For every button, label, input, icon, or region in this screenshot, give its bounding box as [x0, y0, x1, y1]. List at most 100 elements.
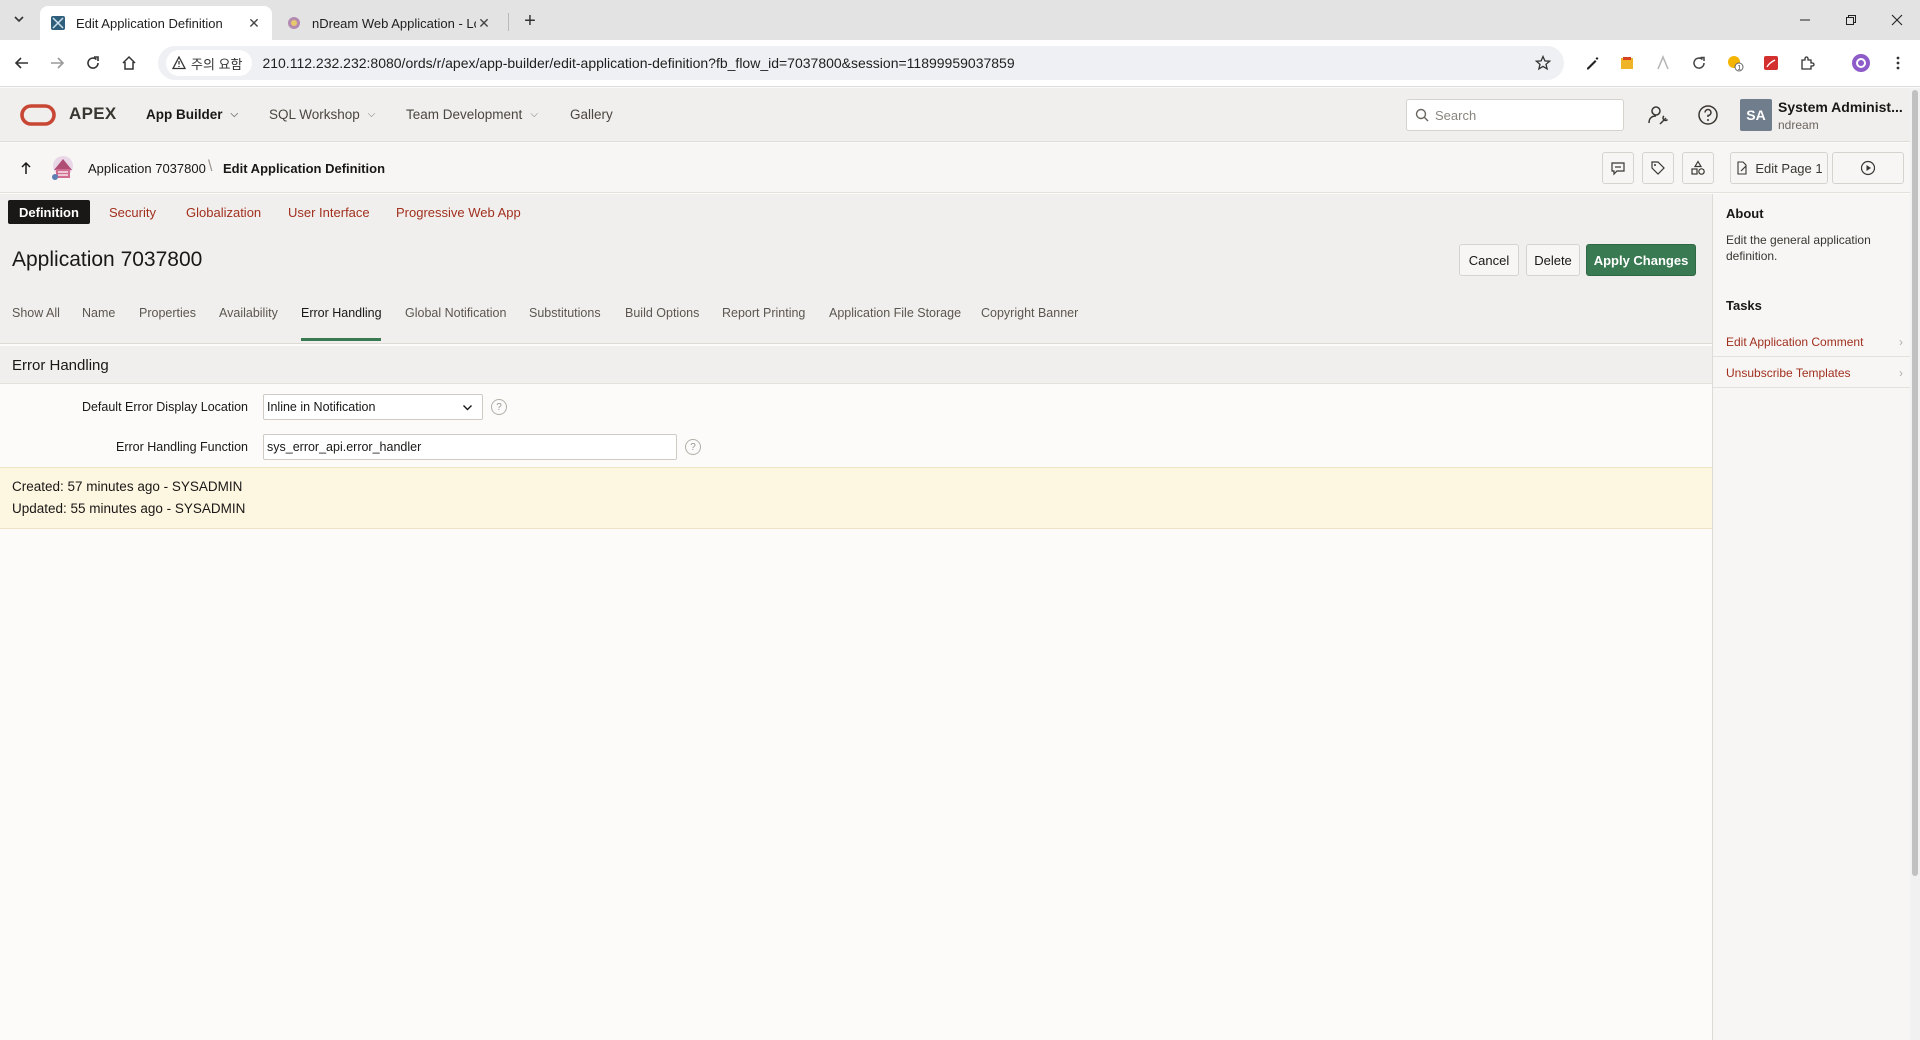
subtab-substitutions[interactable]: Substitutions: [529, 306, 601, 320]
help-button[interactable]: [1695, 102, 1721, 128]
subtab-copyright-banner[interactable]: Copyright Banner: [981, 306, 1078, 320]
chevron-down-icon: ⌵: [530, 109, 538, 120]
tab-progressive-web-app[interactable]: Progressive Web App: [385, 200, 532, 224]
help-icon[interactable]: ?: [491, 399, 507, 415]
badge-icon: 1: [1728, 56, 1744, 72]
reload-icon: [87, 56, 99, 69]
new-tab-button[interactable]: +: [518, 9, 542, 33]
user-name[interactable]: System Administ...: [1778, 99, 1903, 115]
scrollbar-thumb[interactable]: [1912, 90, 1918, 876]
arrow-left-icon: [14, 57, 28, 69]
subtab-report-printing[interactable]: Report Printing: [722, 306, 805, 320]
error-display-location-select[interactable]: Inline in Notification: [263, 394, 483, 420]
reload-button[interactable]: [81, 51, 105, 75]
address-bar[interactable]: 주의 요함 210.112.232.232:8080/ords/r/apex/a…: [158, 46, 1564, 80]
browser-tab-strip: Edit Application Definition ✕ nDream Web…: [0, 0, 1920, 40]
help-icon[interactable]: ?: [685, 439, 701, 455]
edit-page-icon: [1737, 161, 1747, 175]
task-unsubscribe-templates[interactable]: Unsubscribe Templates ›: [1713, 358, 1911, 388]
cancel-button[interactable]: Cancel: [1459, 244, 1519, 276]
delete-button[interactable]: Delete: [1526, 244, 1580, 276]
page-title-region: Application 7037800 Cancel Delete Apply …: [0, 234, 1712, 344]
minimize-button[interactable]: [1782, 0, 1828, 40]
apex-favicon-icon: [51, 16, 65, 30]
subtab-global-notification[interactable]: Global Notification: [405, 306, 506, 320]
tab-search-button[interactable]: [8, 8, 30, 30]
tab-user-interface[interactable]: User Interface: [277, 200, 381, 224]
browser-tab-inactive[interactable]: nDream Web Application - Lo ✕: [276, 6, 502, 40]
browser-toolbar: 주의 요함 210.112.232.232:8080/ords/r/apex/a…: [0, 40, 1920, 87]
user-workspace: ndream: [1778, 118, 1819, 132]
subtab-show-all[interactable]: Show All: [12, 306, 60, 320]
search-icon: [1415, 108, 1429, 122]
forward-button[interactable]: [45, 51, 69, 75]
extension-notes-button[interactable]: [1615, 51, 1639, 75]
breadcrumb: Application 7037800 \ Edit Application D…: [0, 143, 1918, 193]
browser-tab-active[interactable]: Edit Application Definition ✕: [40, 6, 272, 40]
menu-team-development-label: Team Development: [406, 107, 523, 122]
apex-header: APEX App Builder ⌵ SQL Workshop ⌵ Team D…: [0, 88, 1918, 142]
error-handling-function-field[interactable]: sys_error_api.error_handler: [263, 434, 677, 460]
subtab-availability[interactable]: Availability: [219, 306, 278, 320]
subtab-name[interactable]: Name: [82, 306, 115, 320]
menu-sql-workshop[interactable]: SQL Workshop ⌵: [269, 107, 375, 122]
extension-font-button[interactable]: [1651, 51, 1675, 75]
run-page-button[interactable]: [1832, 152, 1904, 184]
extension-pdf-button[interactable]: [1759, 51, 1783, 75]
security-chip[interactable]: 주의 요함: [166, 50, 253, 76]
task-edit-application-comment[interactable]: Edit Application Comment ›: [1713, 327, 1911, 357]
updated-text: Updated: 55 minutes ago - SYSADMIN: [12, 501, 246, 516]
bookmark-button[interactable]: [1532, 52, 1554, 74]
browser-menu-button[interactable]: [1886, 51, 1910, 75]
edit-page-button[interactable]: Edit Page 1: [1730, 152, 1828, 184]
apex-brand[interactable]: APEX: [69, 104, 117, 124]
chevron-down-icon: [14, 16, 24, 23]
menu-app-builder[interactable]: App Builder ⌵: [146, 107, 238, 122]
subtab-properties[interactable]: Properties: [139, 306, 196, 320]
tab-globalization[interactable]: Globalization: [175, 200, 272, 224]
shared-components-button[interactable]: [1682, 152, 1714, 184]
profile-button[interactable]: [1849, 51, 1873, 75]
window-close-button[interactable]: [1874, 0, 1920, 40]
arrow-up-icon[interactable]: [18, 159, 34, 177]
oracle-logo[interactable]: [20, 104, 56, 126]
back-button[interactable]: [10, 51, 34, 75]
page-scrollbar[interactable]: [1910, 88, 1920, 1040]
menu-sql-workshop-label: SQL Workshop: [269, 107, 360, 122]
star-icon: [1535, 55, 1551, 71]
team-development-button[interactable]: [1642, 152, 1674, 184]
menu-team-development[interactable]: Team Development ⌵: [406, 107, 538, 122]
tasks-title: Tasks: [1726, 298, 1762, 313]
menu-gallery[interactable]: Gallery: [570, 107, 613, 122]
subtab-build-options[interactable]: Build Options: [625, 306, 699, 320]
breadcrumb-current: Edit Application Definition: [223, 161, 386, 176]
close-icon[interactable]: ✕: [476, 15, 492, 31]
administration-button[interactable]: [1645, 102, 1671, 128]
application-icon[interactable]: [48, 153, 78, 183]
search-input[interactable]: Search: [1406, 99, 1624, 131]
apply-changes-button[interactable]: Apply Changes: [1586, 244, 1696, 276]
pen-icon: [1587, 57, 1599, 70]
extensions-button[interactable]: [1795, 51, 1819, 75]
about-text: Edit the general application definition.: [1726, 233, 1871, 263]
feedback-button[interactable]: [1602, 152, 1634, 184]
close-icon: [1891, 14, 1903, 26]
sync-icon: [1693, 56, 1705, 69]
right-sidebar: About Edit the general application defin…: [1712, 194, 1911, 1040]
close-icon[interactable]: ✕: [246, 15, 262, 31]
subtab-application-file-storage[interactable]: Application File Storage: [829, 306, 961, 320]
puzzle-icon: [1801, 56, 1815, 70]
extension-pen-button[interactable]: [1580, 51, 1604, 75]
tab-definition[interactable]: Definition: [8, 200, 90, 224]
restore-button[interactable]: [1828, 0, 1874, 40]
region-title: Error Handling: [12, 357, 109, 374]
avatar[interactable]: SA: [1740, 99, 1772, 131]
extension-badge-button[interactable]: 1: [1723, 51, 1747, 75]
tab-security[interactable]: Security: [98, 200, 167, 224]
app-favicon-icon: [288, 17, 300, 29]
breadcrumb-application[interactable]: Application 7037800: [88, 161, 206, 176]
extension-sync-button[interactable]: [1687, 51, 1711, 75]
shapes-icon: [1691, 160, 1705, 175]
subtab-error-handling[interactable]: Error Handling: [301, 306, 382, 320]
home-button[interactable]: [117, 51, 141, 75]
